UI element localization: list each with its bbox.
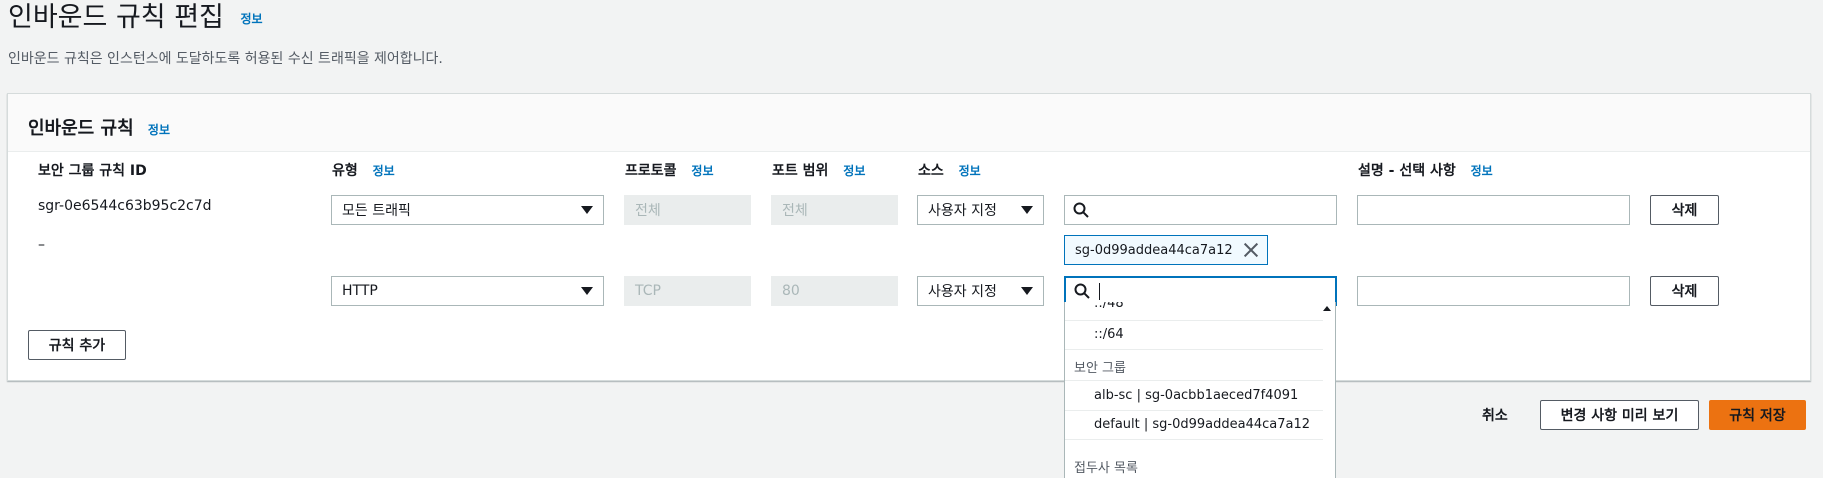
dropdown-divider — [1065, 349, 1323, 350]
type-select-1-value: 모든 트래픽 — [342, 203, 411, 219]
column-header-source-label: 소스 — [918, 163, 944, 179]
text-cursor — [1099, 282, 1100, 300]
caret-down-icon — [581, 287, 593, 295]
dropdown-option-alb-sc[interactable]: alb-sc | sg-0acbb1aeced7f4091 — [1065, 388, 1323, 403]
protocol-field-1: 전체 — [624, 195, 751, 225]
column-header-protocol: 프로토콜 정보 — [625, 160, 714, 180]
type-select-1[interactable]: 모든 트래픽 — [331, 195, 604, 225]
column-header-port-range: 포트 범위 정보 — [772, 160, 865, 180]
page-title-info-link[interactable]: 정보 — [240, 12, 262, 26]
column-header-source: 소스 정보 — [918, 160, 981, 180]
rule-id-1: sgr-0e6544c63b95c2c7d — [38, 198, 212, 214]
type-select-2[interactable]: HTTP — [331, 276, 604, 306]
panel-title-text: 인바운드 규칙 — [28, 118, 134, 139]
port-range-field-1: 전체 — [771, 195, 898, 225]
dropdown-group-prefix-lists: 접두사 목록 — [1074, 461, 1138, 476]
caret-down-icon — [1021, 287, 1033, 295]
description-input-1[interactable] — [1357, 195, 1630, 225]
source-type-select-2[interactable]: 사용자 지정 — [917, 276, 1044, 306]
preview-changes-button[interactable]: 변경 사항 미리 보기 — [1540, 400, 1699, 430]
rule-id-2: – — [38, 237, 45, 253]
port-range-field-2: 80 — [771, 276, 898, 306]
scroll-up-icon[interactable] — [1323, 306, 1331, 311]
column-header-source-info-link[interactable]: 정보 — [959, 164, 981, 178]
page-description: 인바운드 규칙은 인스턴스에 도달하도록 허용된 수신 트래픽을 제어합니다. — [8, 51, 443, 67]
column-header-protocol-info-link[interactable]: 정보 — [691, 164, 713, 178]
column-header-port-range-label: 포트 범위 — [772, 163, 829, 179]
source-search-input-1[interactable] — [1064, 195, 1337, 225]
column-header-description-label: 설명 - 선택 사항 — [1358, 163, 1456, 179]
page-title-text: 인바운드 규칙 편집 — [8, 2, 224, 33]
source-token-1-label: sg-0d99addea44ca7a12 — [1075, 242, 1233, 258]
description-input-2[interactable] — [1357, 276, 1630, 306]
dropdown-divider — [1065, 320, 1323, 321]
save-rules-button[interactable]: 규칙 저장 — [1709, 400, 1806, 430]
caret-down-icon — [581, 206, 593, 214]
source-type-select-1[interactable]: 사용자 지정 — [917, 195, 1044, 225]
column-header-type-info-link[interactable]: 정보 — [373, 164, 395, 178]
close-icon[interactable] — [1243, 242, 1259, 258]
caret-down-icon — [1021, 206, 1033, 214]
add-rule-button[interactable]: 규칙 추가 — [28, 330, 126, 360]
column-header-rule-id: 보안 그룹 규칙 ID — [38, 163, 147, 179]
dropdown-divider — [1065, 439, 1323, 440]
type-select-2-value: HTTP — [342, 283, 378, 299]
source-token-1: sg-0d99addea44ca7a12 — [1064, 235, 1268, 265]
delete-rule-button-2[interactable]: 삭제 — [1650, 276, 1719, 306]
column-header-type-label: 유형 — [332, 163, 358, 179]
delete-rule-button-1[interactable]: 삭제 — [1650, 195, 1719, 225]
dropdown-divider — [1065, 380, 1323, 381]
column-header-description: 설명 - 선택 사항 정보 — [1358, 160, 1493, 180]
page-title: 인바운드 규칙 편집 정보 — [8, 0, 263, 37]
search-icon — [1074, 283, 1090, 299]
dropdown-divider — [1065, 410, 1323, 411]
panel-title-info-link[interactable]: 정보 — [148, 123, 170, 137]
inbound-rules-panel: 인바운드 규칙 정보 보안 그룹 규칙 ID 유형 정보 프로토콜 정보 포트 … — [7, 93, 1811, 381]
source-type-select-2-value: 사용자 지정 — [928, 284, 997, 300]
dropdown-option-cidr-64[interactable]: ::/64 — [1065, 327, 1323, 342]
cancel-button[interactable]: 취소 — [1482, 405, 1508, 425]
dropdown-option-cidr-48[interactable]: ::/48 — [1065, 302, 1323, 311]
source-type-select-1-value: 사용자 지정 — [928, 203, 997, 219]
column-header-protocol-label: 프로토콜 — [625, 163, 677, 179]
protocol-field-2: TCP — [624, 276, 751, 306]
column-header-port-range-info-link[interactable]: 정보 — [843, 164, 865, 178]
source-options-dropdown: ::/48 ::/64 보안 그룹 alb-sc | sg-0acbb1aece… — [1064, 302, 1336, 478]
panel-header — [8, 94, 1810, 152]
column-header-description-info-link[interactable]: 정보 — [1471, 164, 1493, 178]
dropdown-group-security-groups: 보안 그룹 — [1074, 361, 1126, 376]
dropdown-option-default[interactable]: default | sg-0d99addea44ca7a12 — [1065, 417, 1323, 432]
column-header-type: 유형 정보 — [332, 160, 395, 180]
search-icon — [1073, 202, 1089, 218]
panel-title: 인바운드 규칙 정보 — [28, 114, 170, 140]
